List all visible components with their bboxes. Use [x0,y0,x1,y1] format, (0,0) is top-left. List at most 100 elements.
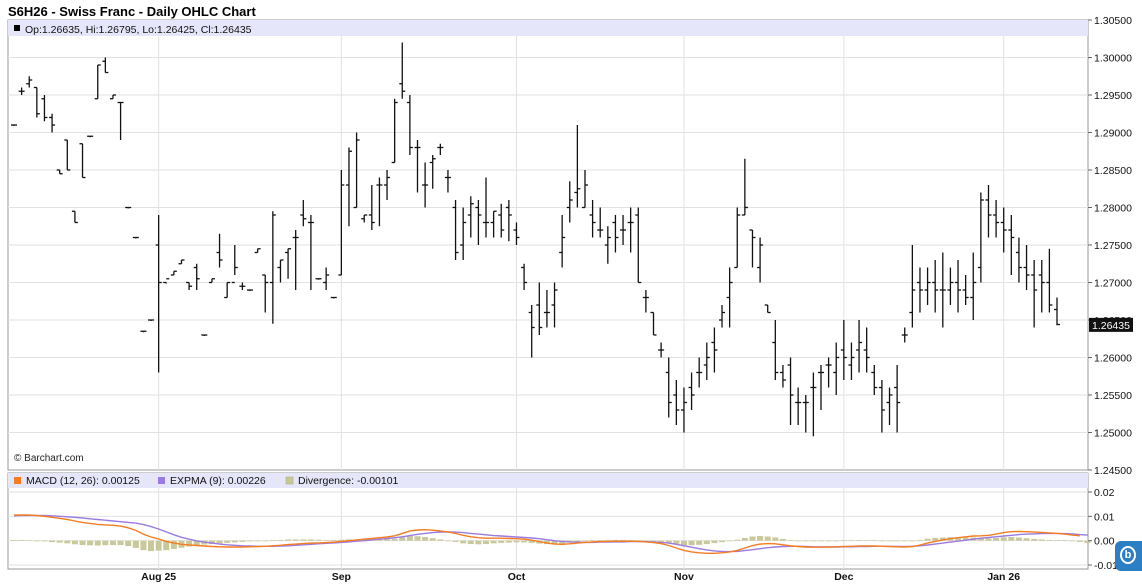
divergence-bar [878,540,885,542]
divergence-bar [292,539,299,541]
divergence-bar [429,538,436,541]
divergence-bar [680,540,687,546]
divergence-bar [711,540,718,544]
x-tick-label: Jan 26 [987,571,1020,583]
macd-y-tick-label: 0.01 [1094,511,1115,523]
divergence-bar [1076,540,1083,542]
divergence-bar [155,540,162,551]
divergence-bar [384,539,391,541]
x-tick-label: Dec [834,571,853,583]
divergence-bar [1008,537,1015,541]
divergence-bar [985,538,992,541]
divergence-bar [224,540,231,543]
price-y-tick-label: 1.30500 [1094,15,1132,27]
divergence-bar [285,539,292,541]
divergence-bar [604,539,611,541]
divergence-bar [1015,537,1022,541]
divergence-bar [49,540,56,543]
divergence-bar [26,540,33,542]
divergence-bar [871,540,878,542]
divergence-bar [269,540,276,541]
barchart-credit: © Barchart.com [14,453,84,464]
divergence-bar [452,540,459,542]
divergence-bar [467,540,474,545]
divergence-bar [521,540,528,543]
divergence-bar [102,540,109,546]
divergence-bar [406,536,413,541]
divergence-bar [216,540,223,544]
expma-legend-label: EXPMA (9): 0.00226 [170,475,266,487]
x-tick-label: Nov [674,571,694,583]
divergence-bar [764,536,771,541]
divergence-bar [239,540,246,542]
divergence-bar [726,540,733,542]
macd-y-tick-label: 0.02 [1094,487,1115,499]
divergence-bar [475,540,482,545]
divergence-bar [741,537,748,541]
x-tick-label: Aug 25 [141,571,176,583]
barchart-logo-badge[interactable]: b [1115,541,1142,571]
divergence-bar [94,540,101,546]
divergence-bar [33,540,40,542]
divergence-bar [1054,540,1060,541]
divergence-bar [140,540,147,551]
divergence-bar [894,540,901,542]
divergence-bar [795,540,802,542]
divergence-bar [399,537,406,541]
divergence-bar [734,539,741,541]
divergence-bar [901,540,908,542]
barchart-logo-icon: b [1120,546,1136,564]
price-y-tick-label: 1.25500 [1094,390,1132,402]
ohlc-chart: S6H26 - Swiss Franc - Daily OHLC Chart O… [7,4,1133,583]
divergence-bar [825,540,832,542]
price-y-tick-label: 1.27500 [1094,240,1132,252]
divergence-bar [414,536,421,541]
divergence-bar [1061,540,1068,541]
divergence-bar [277,539,284,541]
divergence-bar [840,540,847,542]
divergence-bar [856,540,863,541]
divergence-bar [323,539,330,541]
price-y-tick-label: 1.30000 [1094,53,1132,65]
macd-legend-label: MACD (12, 26): 0.00125 [26,475,140,487]
divergence-bar [18,539,25,541]
divergence-bar [262,540,269,542]
macd-legend-swatch [14,477,21,484]
divergence-bar [1023,538,1030,541]
divergence-bar [148,540,155,552]
divergence-bar [460,540,467,544]
divergence-bar [1038,539,1045,541]
divergence-bar [719,540,726,543]
divergence-bar [11,539,17,541]
price-y-tick-label: 1.25000 [1094,428,1132,440]
divergence-bar [109,540,116,546]
last-price-label: 1.26435 [1092,320,1130,332]
macd-y-tick-label: 0.00 [1094,536,1115,548]
divergence-bar [483,540,490,545]
divergence-bar [247,540,254,542]
divergence-bar [924,538,931,541]
divergence-legend-label: Divergence: -0.00101 [298,475,399,487]
price-y-tick-label: 1.29500 [1094,90,1132,102]
divergence-bar [1000,537,1007,541]
divergence-bar [848,540,855,542]
divergence-bar [932,537,939,541]
price-y-tick-label: 1.27000 [1094,278,1132,290]
divergence-bar [79,540,86,546]
price-y-tick-label: 1.26000 [1094,353,1132,365]
divergence-bar [513,540,520,543]
last-price-tag: 1.26435 [1089,317,1133,332]
divergence-bar [1031,538,1038,541]
x-tick-label: Oct [508,571,526,583]
divergence-bar [444,540,451,542]
divergence-bar [749,536,756,541]
divergence-bar [581,540,588,542]
divergence-bar [589,540,596,541]
divergence-bar [696,540,703,545]
divergence-bar [56,540,63,543]
divergence-bar [307,539,314,541]
ohlc-legend-swatch [14,25,20,31]
divergence-bar [757,536,764,541]
divergence-bar [391,538,398,541]
divergence-bar [772,537,779,541]
